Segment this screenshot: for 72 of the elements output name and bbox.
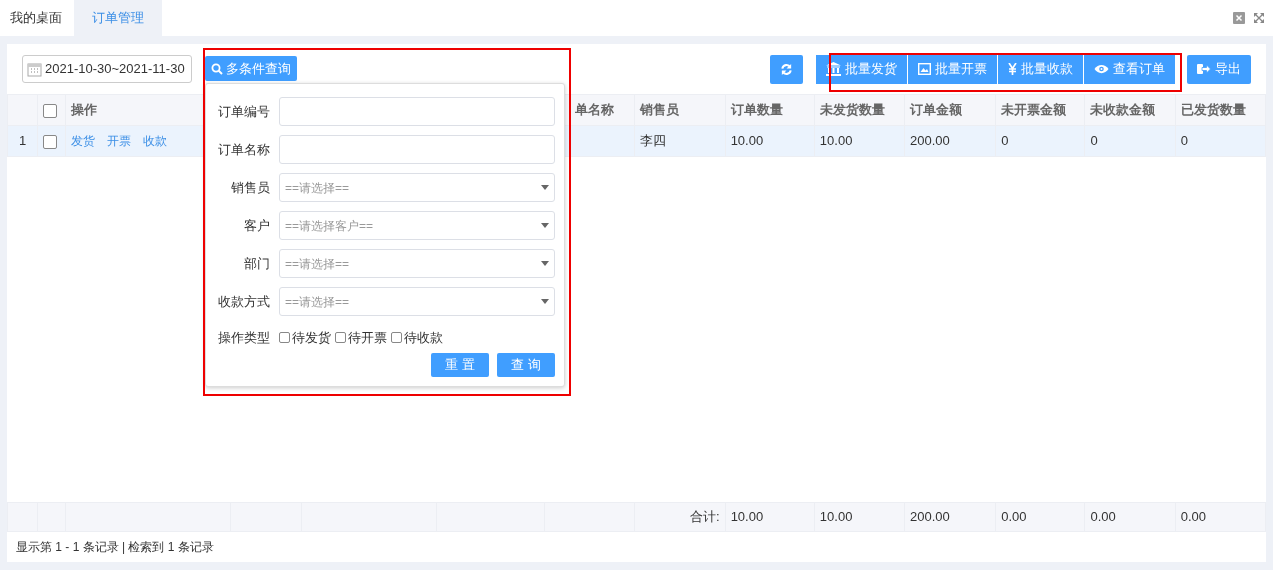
table-cell: 0 xyxy=(1175,125,1266,157)
select-field[interactable]: ==请选择== xyxy=(279,173,555,202)
total-cell: 0.00 xyxy=(995,502,1085,532)
column-header: 订单金额 xyxy=(904,94,996,126)
eye-icon xyxy=(1094,64,1109,74)
field-label: 收款方式 xyxy=(217,292,270,311)
caret-icon xyxy=(541,261,549,266)
tab[interactable]: 订单管理 xyxy=(74,0,162,36)
table-cell: 0 xyxy=(995,125,1085,157)
date-range-field[interactable]: 2021-10-30~2021-11-30 xyxy=(22,55,192,83)
checkbox[interactable] xyxy=(279,332,290,344)
ship-button[interactable]: 批量发货 xyxy=(816,54,907,84)
checkbox[interactable] xyxy=(335,332,346,344)
caret-icon xyxy=(541,185,549,190)
column-header: 已发货数量 xyxy=(1175,94,1266,126)
select-field[interactable]: ==请选择== xyxy=(279,287,555,316)
table-cell: 0 xyxy=(1084,125,1176,157)
select-field[interactable]: ==请选择客户== xyxy=(279,211,555,240)
export-icon xyxy=(1197,63,1211,75)
refresh-button[interactable] xyxy=(770,54,803,84)
total-label: 合计: xyxy=(634,502,726,532)
bank-icon xyxy=(826,62,841,76)
column-header: 未收款金额 xyxy=(1084,94,1176,126)
invoice-button[interactable]: 批量开票 xyxy=(908,54,997,84)
action-link[interactable]: 发货 xyxy=(71,134,96,149)
checkbox[interactable] xyxy=(43,134,58,149)
export-button[interactable]: 导出 xyxy=(1187,54,1251,84)
payment-button[interactable]: 批量收款 xyxy=(998,54,1083,84)
search-button[interactable]: 查 询 xyxy=(497,352,555,377)
yen-icon xyxy=(1008,63,1017,75)
checkbox[interactable] xyxy=(43,103,58,118)
select-field[interactable]: ==请选择== xyxy=(279,249,555,278)
refresh-icon xyxy=(780,62,793,76)
view-order-button[interactable]: 查看订单 xyxy=(1084,54,1175,84)
field-label: 客户 xyxy=(243,216,270,235)
row-number: 1 xyxy=(7,125,38,157)
input-field[interactable] xyxy=(279,135,555,164)
checkbox-label: 待收款 xyxy=(404,329,443,347)
checkbox-label: 待发货 xyxy=(292,329,331,347)
total-cell: 0.00 xyxy=(1175,502,1266,532)
column-header: 未发货数量 xyxy=(814,94,905,126)
table-cell: 200.00 xyxy=(904,125,996,157)
table-cell: 李四 xyxy=(634,125,726,157)
image-icon xyxy=(918,63,931,75)
column-header: 销售员 xyxy=(634,94,726,126)
total-cell: 10.00 xyxy=(725,502,815,532)
search-icon xyxy=(211,62,223,75)
close-icon[interactable] xyxy=(1233,12,1245,24)
tab[interactable]: 我的桌面 xyxy=(0,0,74,36)
calendar-icon xyxy=(27,61,42,77)
checkbox-label: 待开票 xyxy=(348,329,387,347)
query-button[interactable]: 多条件查询 xyxy=(205,56,297,81)
total-cell: 0.00 xyxy=(1084,502,1176,532)
fullscreen-icon[interactable] xyxy=(1253,12,1265,24)
total-cell: 200.00 xyxy=(904,502,996,532)
column-header: 未开票金额 xyxy=(995,94,1085,126)
caret-icon xyxy=(541,223,549,228)
caret-icon xyxy=(541,299,549,304)
input-field[interactable] xyxy=(279,97,555,126)
action-link[interactable]: 收款 xyxy=(143,134,168,149)
record-count-text: 显示第 1 - 1 条记录 | 检索到 1 条记录 xyxy=(15,539,215,556)
field-label: 订单名称 xyxy=(217,140,270,159)
table-cell: 10.00 xyxy=(725,125,815,157)
checkbox[interactable] xyxy=(391,332,402,344)
field-label: 操作类型 xyxy=(217,329,270,347)
field-label: 销售员 xyxy=(230,178,270,197)
table-cell: 10.00 xyxy=(814,125,905,157)
field-label: 部门 xyxy=(243,254,270,273)
reset-button[interactable]: 重 置 xyxy=(431,352,489,377)
action-link[interactable]: 开票 xyxy=(107,134,132,149)
column-header: 订单数量 xyxy=(725,94,815,126)
total-cell: 10.00 xyxy=(814,502,905,532)
